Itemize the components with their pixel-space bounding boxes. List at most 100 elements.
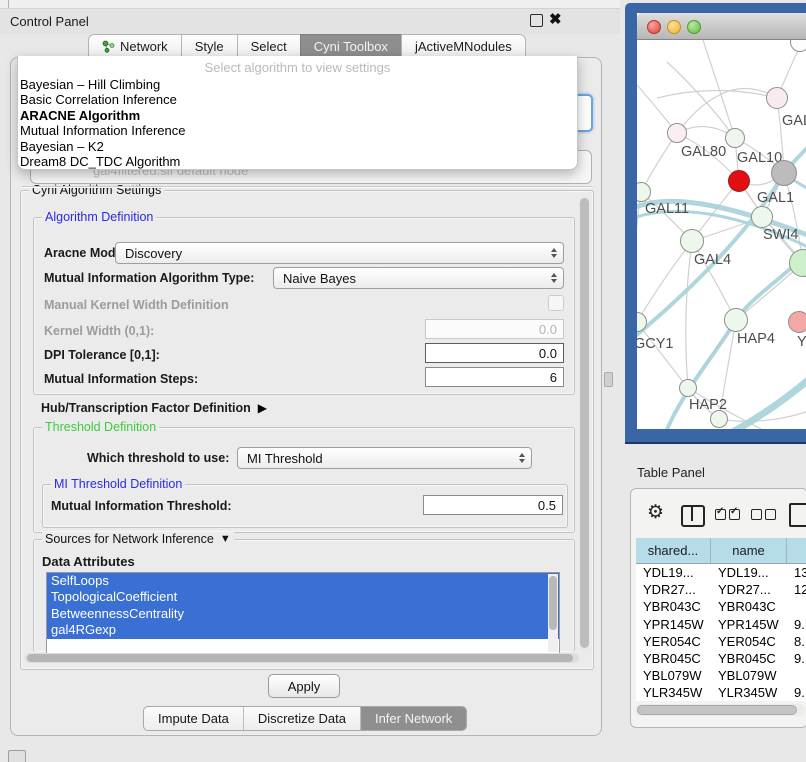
- mi-type-label: Mutual Information Algorithm Type:: [44, 271, 254, 285]
- network-node[interactable]: [725, 128, 745, 148]
- network-node-label: GAL4: [694, 252, 731, 268]
- table-row[interactable]: YER054CYER054C8.: [636, 633, 806, 650]
- table-panel-title: Table Panel: [637, 465, 705, 480]
- network-node[interactable]: [728, 170, 750, 192]
- stepper-arrows-icon: [551, 248, 557, 258]
- column-header-partial[interactable]: [787, 538, 806, 563]
- table-row[interactable]: YDR27...YDR27...12: [636, 581, 806, 598]
- manual-kernel-checkbox[interactable]: [548, 295, 564, 311]
- tab-label: Network: [120, 39, 168, 54]
- tab-label: Impute Data: [158, 711, 229, 726]
- column-header-shared-name[interactable]: shared...: [636, 538, 711, 563]
- tab-label: jActiveMNodules: [415, 39, 512, 54]
- network-node[interactable]: [667, 123, 687, 143]
- table-cell: 9.: [787, 651, 806, 666]
- close-traffic-light-icon[interactable]: [647, 20, 661, 34]
- algorithm-popup-item[interactable]: Bayesian – Hill Climbing: [18, 77, 577, 92]
- table-cell: YER054C: [711, 634, 787, 649]
- table-row[interactable]: YBR045CYBR045C9.: [636, 650, 806, 667]
- table-row[interactable]: YPR145WYPR145W9.: [636, 616, 806, 633]
- hub-definition-expander[interactable]: Hub/Transcription Factor Definition ▶: [41, 401, 267, 415]
- settings-horizontal-scrollbar[interactable]: [25, 653, 579, 663]
- table-cell: YLR345W: [636, 685, 711, 700]
- mi-threshold-definition-group: MI Threshold Definition Mutual Informati…: [42, 484, 568, 528]
- tab-infer-network[interactable]: Infer Network: [361, 707, 466, 730]
- network-node[interactable]: [771, 160, 797, 186]
- algorithm-popup-item[interactable]: Dream8 DC_TDC Algorithm: [18, 154, 577, 169]
- table-row[interactable]: YBL079WYBL079W: [636, 667, 806, 684]
- sources-group-title: Sources for Network Inference: [45, 532, 214, 546]
- network-node[interactable]: [766, 87, 788, 109]
- network-node[interactable]: [679, 379, 697, 397]
- apply-button[interactable]: Apply: [268, 674, 340, 698]
- tab-network[interactable]: Network: [88, 34, 181, 58]
- table-row[interactable]: YDL19...YDL19...13: [636, 564, 806, 581]
- network-icon: [102, 40, 115, 53]
- panel-corner-button[interactable]: [8, 750, 26, 762]
- table-horizontal-scrollbar[interactable]: [635, 704, 805, 716]
- expander-right-triangle-icon: ▶: [258, 401, 267, 415]
- minimize-traffic-light-icon[interactable]: [667, 20, 681, 34]
- aracne-mode-combo[interactable]: Discovery: [115, 242, 564, 264]
- new-table-icon[interactable]: [789, 503, 806, 527]
- data-attribute-item[interactable]: TopologicalCoefficient: [47, 589, 559, 605]
- dpi-tolerance-field[interactable]: 0.0: [425, 343, 564, 363]
- table-toolbar: ⚙: [631, 499, 806, 533]
- table-row[interactable]: YLR345WYLR345W9.: [636, 684, 806, 701]
- network-node[interactable]: [710, 410, 728, 428]
- table-cell: YER054C: [636, 634, 711, 649]
- data-attributes-list[interactable]: SelfLoopsTopologicalCoefficientBetweenne…: [46, 572, 560, 654]
- kernel-width-field[interactable]: 0.0: [425, 319, 564, 339]
- algorithm-popup-item[interactable]: Bayesian – K2: [18, 139, 577, 154]
- network-canvas[interactable]: GALGAL80GAL10GAL1GAL11SWI4GAL4GCY1HAP4YH…: [637, 40, 806, 429]
- network-node-label: SWI4: [763, 227, 798, 243]
- network-node[interactable]: [680, 229, 704, 253]
- dpi-tolerance-label: DPI Tolerance [0,1]:: [44, 348, 160, 362]
- algorithm-popup-item[interactable]: Mutual Information Inference: [18, 123, 577, 138]
- data-attribute-item[interactable]: gal4RGexp: [47, 622, 559, 638]
- network-node[interactable]: [751, 206, 773, 228]
- hub-definition-label: Hub/Transcription Factor Definition: [41, 401, 251, 415]
- attributes-scrollbar[interactable]: [548, 574, 558, 652]
- split-columns-icon[interactable]: [681, 505, 705, 527]
- column-header-name[interactable]: name: [711, 538, 787, 563]
- tab-discretize-data[interactable]: Discretize Data: [244, 707, 361, 730]
- tab-label: Cyni Toolbox: [314, 39, 388, 54]
- tab-cyni-toolbox[interactable]: Cyni Toolbox: [300, 34, 401, 58]
- threshold-definition-title: Threshold Definition: [42, 420, 159, 434]
- mi-type-combo[interactable]: Naive Bayes: [273, 267, 564, 289]
- table-cell: YBL079W: [636, 668, 711, 683]
- tab-jactivemnodules[interactable]: jActiveMNodules: [401, 34, 526, 58]
- algorithm-popup-item[interactable]: Basic Correlation Inference: [18, 92, 577, 107]
- network-node[interactable]: [788, 311, 806, 333]
- tab-impute-data[interactable]: Impute Data: [144, 707, 244, 730]
- panel-splitter-grip[interactable]: [604, 372, 613, 387]
- tab-select[interactable]: Select: [237, 34, 300, 58]
- dpi-tolerance-value: 0.0: [539, 346, 557, 361]
- mi-threshold-field[interactable]: 0.5: [423, 495, 563, 515]
- table-cell: YDR27...: [711, 582, 787, 597]
- gear-icon[interactable]: ⚙: [647, 501, 664, 524]
- data-attribute-item[interactable]: BetweennessCentrality: [47, 606, 559, 622]
- algorithm-popup-list: Bayesian – Hill ClimbingBasic Correlatio…: [18, 77, 577, 169]
- table-cell: 12: [787, 582, 806, 597]
- algorithm-popup-item[interactable]: ARACNE Algorithm: [18, 108, 577, 123]
- settings-vertical-scrollbar[interactable]: [579, 197, 590, 651]
- table-cell: YDR27...: [636, 582, 711, 597]
- zoom-traffic-light-icon[interactable]: [687, 20, 701, 34]
- network-node[interactable]: [724, 308, 748, 332]
- network-node-label: GAL1: [757, 190, 794, 206]
- network-window-titlebar[interactable]: [637, 13, 806, 40]
- table-row[interactable]: YBR043CYBR043C: [636, 598, 806, 615]
- mi-steps-field[interactable]: 6: [425, 367, 564, 387]
- network-node-label: GCY1: [637, 336, 674, 352]
- deselect-all-checks-icon[interactable]: [751, 508, 779, 522]
- float-panel-icon[interactable]: [530, 14, 543, 27]
- apply-button-label: Apply: [288, 679, 321, 694]
- close-panel-icon[interactable]: ✖: [549, 11, 562, 29]
- tab-style[interactable]: Style: [181, 34, 237, 58]
- select-all-checks-icon[interactable]: [715, 508, 743, 522]
- data-attribute-item[interactable]: SelfLoops: [47, 573, 559, 589]
- sources-group-title-row[interactable]: Sources for Network Inference ▼: [42, 532, 234, 546]
- which-threshold-combo[interactable]: MI Threshold: [237, 447, 532, 469]
